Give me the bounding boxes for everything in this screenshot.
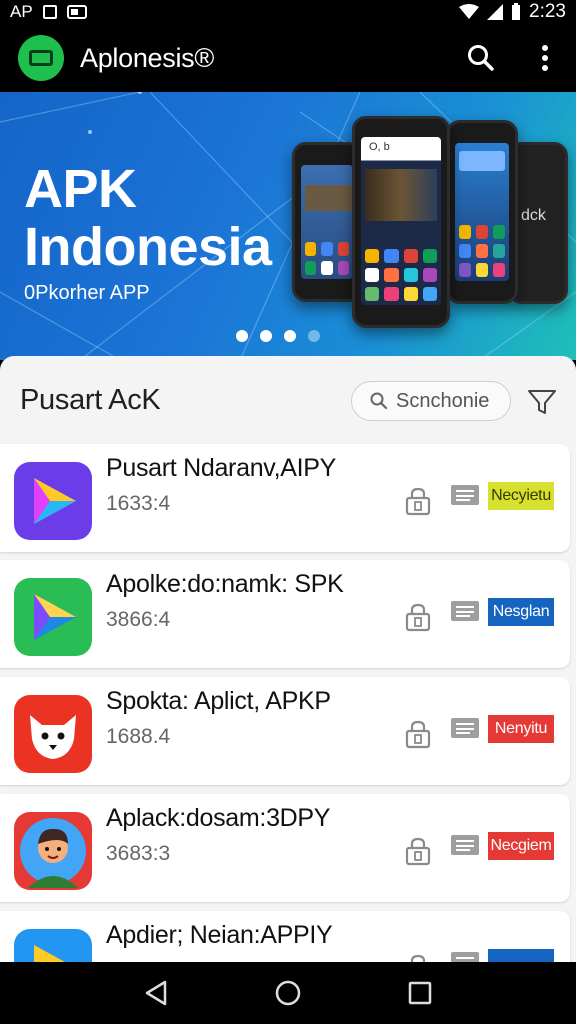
phone-image-right — [446, 120, 518, 304]
app-count: 1633:4 — [106, 492, 171, 515]
details-icon[interactable] — [450, 834, 480, 858]
app-list-item[interactable]: Pusart Ndaranv,AIPY 1633:4 Necyietu — [0, 444, 570, 552]
lock-icon[interactable] — [404, 719, 432, 749]
battery-icon — [512, 3, 521, 20]
banner-title-line1: APK — [24, 159, 137, 219]
app-name[interactable]: Spokta: Aplict, APKP — [106, 687, 331, 716]
carousel-dot[interactable] — [236, 330, 248, 342]
lock-icon[interactable] — [404, 602, 432, 632]
search-button[interactable] — [464, 41, 498, 75]
search-placeholder: Scnchonie — [396, 389, 490, 412]
app-name[interactable]: Aplack:dosam:3DPY — [106, 804, 330, 833]
lock-icon[interactable] — [404, 836, 432, 866]
app-bar: Aplonesis® — [0, 24, 576, 92]
app-name[interactable]: Pusart Ndaranv,AIPY — [106, 454, 336, 483]
search-icon — [468, 45, 494, 71]
signal-icon — [487, 4, 504, 20]
status-carrier-text: AP — [10, 2, 33, 21]
phone-top-text: O, b — [369, 141, 390, 153]
play-icon-purple[interactable] — [14, 462, 92, 540]
promo-banner[interactable]: APK Indonesia 0Pkorher APP dck O, b — [0, 92, 576, 360]
section-title: Pusart AcK — [20, 384, 161, 416]
carousel-dot[interactable] — [308, 330, 320, 342]
lock-icon[interactable] — [404, 486, 432, 516]
app-count: 1688.4 — [106, 725, 171, 748]
app-list-item[interactable]: Aplack:dosam:3DPY 3683:3 Necgiem — [0, 794, 570, 902]
filter-icon — [528, 390, 556, 414]
play-icon-green[interactable] — [14, 578, 92, 656]
search-icon — [370, 392, 388, 410]
status-badge[interactable]: Nenyitu — [488, 715, 554, 743]
app-list-item[interactable]: Apolke:do:namk: SPK 3866:4 Nesglan — [0, 560, 570, 668]
app-name[interactable]: Apolke:do:namk: SPK — [106, 570, 344, 599]
app-count: 3683:3 — [106, 842, 171, 865]
details-icon[interactable] — [450, 717, 480, 741]
status-bar: AP 2:23 — [0, 0, 576, 24]
app-title: Aplonesis® — [80, 42, 214, 73]
carousel-indicator — [236, 330, 320, 342]
app-logo-icon — [18, 35, 64, 81]
play-icon-blue[interactable] — [14, 929, 92, 964]
app-name[interactable]: Apdier; Neian:APPIY — [106, 921, 333, 950]
recents-square-icon — [408, 981, 432, 1005]
person-icon-red[interactable] — [14, 812, 92, 890]
notification-icon — [42, 5, 57, 19]
carousel-dot[interactable] — [260, 330, 272, 342]
back-button[interactable] — [136, 973, 176, 1013]
home-circle-icon — [275, 980, 301, 1006]
home-button[interactable] — [268, 973, 308, 1013]
search-field[interactable]: Scnchonie — [351, 381, 511, 421]
banner-subtitle: 0Pkorher APP — [24, 282, 150, 304]
banner-title-line2: Indonesia — [24, 217, 272, 277]
wifi-icon — [459, 4, 480, 19]
recents-button[interactable] — [400, 973, 440, 1013]
status-time: 2:23 — [529, 1, 566, 22]
banner-title: APK Indonesia — [24, 160, 272, 276]
app-list-item[interactable]: Apdier; Neian:APPIY3659:4 — [0, 911, 570, 964]
content-sheet: Pusart AcK Scnchonie Pusart Ndaranv,AIPY… — [0, 356, 576, 964]
app-list-item[interactable]: Spokta: Aplict, APKP 1688.4 Nenyitu — [0, 677, 570, 785]
system-nav-bar — [0, 962, 576, 1024]
status-badge[interactable]: Necyietu — [488, 482, 554, 510]
details-icon[interactable] — [450, 600, 480, 624]
filter-button[interactable] — [526, 386, 558, 418]
status-badge[interactable]: Necgiem — [488, 832, 554, 860]
overflow-menu-button[interactable] — [528, 41, 562, 75]
app-count: 3866:4 — [106, 608, 171, 631]
status-badge[interactable]: Nesglan — [488, 598, 554, 626]
back-triangle-icon — [145, 980, 167, 1006]
phone-image-center: O, b — [352, 116, 450, 328]
dog-icon-red[interactable] — [14, 695, 92, 773]
more-vertical-icon — [542, 45, 548, 71]
details-icon[interactable] — [450, 484, 480, 508]
phone-side-text: dck — [521, 207, 546, 224]
cast-icon — [66, 5, 87, 19]
carousel-dot[interactable] — [284, 330, 296, 342]
